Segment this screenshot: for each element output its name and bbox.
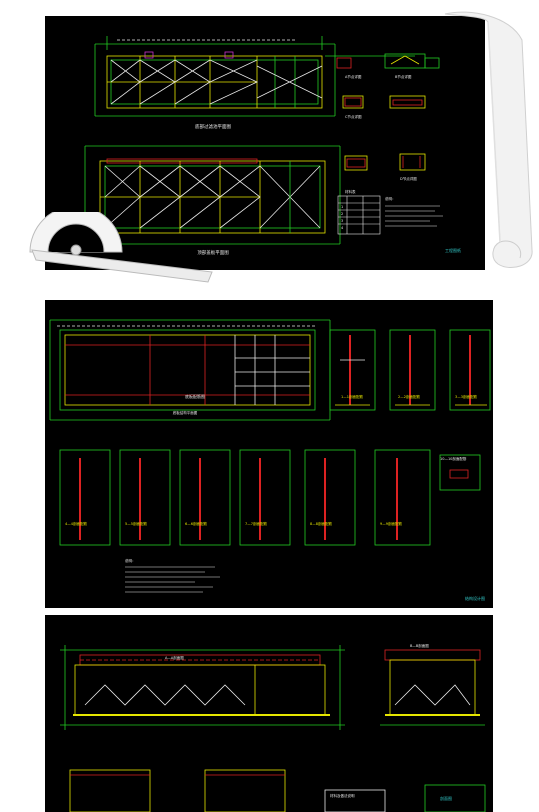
- table-row-1: 1: [341, 205, 343, 209]
- table-row-2: 2: [341, 212, 343, 216]
- section-6-label: 6—6剖面配筋: [185, 521, 207, 526]
- detail-label-b: B节点详图: [395, 74, 412, 79]
- section-2-label: 2—2剖面配筋: [398, 394, 420, 399]
- bottom-details: [69, 769, 486, 812]
- section-1-label: 1—1剖面配筋: [341, 394, 363, 399]
- sheet2-notes-title: 说明：: [125, 558, 136, 563]
- legend-label: 材料及做法说明: [330, 793, 355, 798]
- table-title: 材料表: [345, 189, 356, 194]
- section-5-label: 5—5剖面配筋: [125, 521, 147, 526]
- section-b-label: B—B剖面图: [410, 643, 429, 648]
- material-table: [337, 195, 381, 235]
- sheet3-stamp: 剖面图: [440, 795, 452, 801]
- base-plan-caption: 底板结构平面图: [173, 410, 198, 415]
- section-7-label: 7—7剖面配筋: [245, 521, 267, 526]
- section-3-label: 3—3剖面配筋: [455, 394, 477, 399]
- plan-title-top: 底部过滤池平面图: [195, 123, 231, 130]
- base-plan: [49, 319, 331, 421]
- structure-drawing-svg: 底板配筋图 底板结构平面图 1—1剖面配筋 2—2剖面配筋 3—3剖面配筋 4—…: [49, 319, 491, 601]
- section-drawing-svg: A—A剖面图 B—B剖面图 材料及做法说明 剖面图: [60, 643, 486, 812]
- paper-roll: [440, 10, 536, 272]
- section-4-label: 4—4剖面配筋: [65, 521, 87, 526]
- drawing-sheet-structure: 底板配筋图 底板结构平面图 1—1剖面配筋 2—2剖面配筋 3—3剖面配筋 4—…: [45, 300, 493, 608]
- table-row-4: 4: [341, 226, 344, 230]
- detail-drawings: [325, 53, 440, 171]
- base-plan-label: 底板配筋图: [185, 393, 205, 399]
- table-row-3: 3: [341, 219, 343, 223]
- sheet2-stamp: 结构设计图: [465, 595, 485, 601]
- filter-plan-top: [94, 36, 336, 117]
- section-b-drawing: [380, 649, 485, 726]
- notes-title: 说明：: [385, 196, 396, 201]
- detail-label-c: C节点详图: [345, 114, 362, 119]
- sheet2-notes-lines: [125, 566, 220, 593]
- detail-label-d: D节点详图: [400, 176, 417, 181]
- sections-middle: [59, 449, 481, 546]
- detail-label-a: A节点详图: [345, 74, 362, 79]
- section-9-label: 9—9剖面配筋: [380, 521, 402, 526]
- section-8-label: 8—8剖面配筋: [310, 521, 332, 526]
- section-10-label: 10—10剖面配筋: [440, 456, 467, 461]
- notes-lines: [385, 205, 443, 227]
- drawing-sheet-sections: A—A剖面图 B—B剖面图 材料及做法说明 剖面图: [45, 615, 493, 812]
- section-a-label: A—A剖面图: [165, 655, 184, 660]
- section-a-drawing: [60, 645, 345, 730]
- protractor: [22, 205, 222, 292]
